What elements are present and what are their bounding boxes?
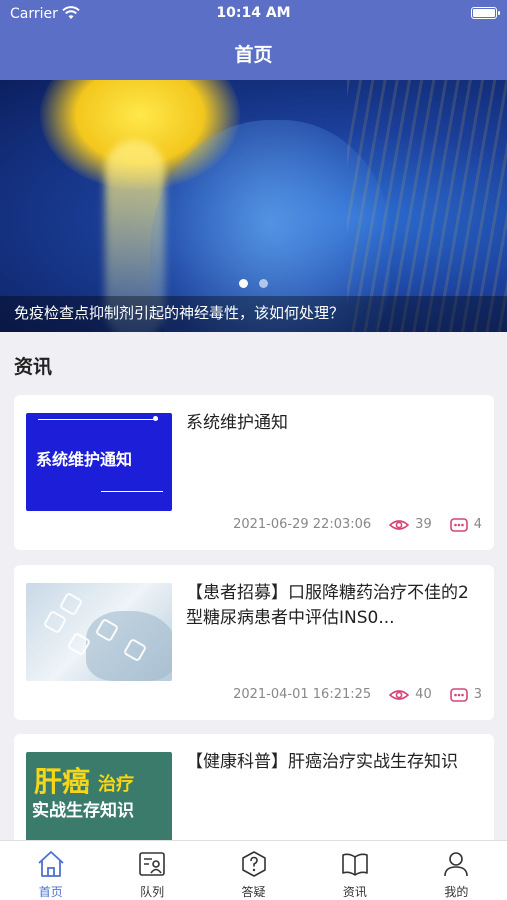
tab-profile[interactable]: 我的 — [406, 841, 507, 900]
banner-image-texture — [347, 80, 507, 332]
thumb-dot — [153, 416, 158, 421]
banner-caption-bar: 免疫检查点抑制剂引起的神经毒性，该如何处理？ — [0, 296, 507, 332]
eye-icon — [389, 519, 410, 530]
book-icon — [342, 853, 368, 876]
question-icon — [241, 851, 266, 877]
tab-qa[interactable]: 答疑 — [203, 841, 304, 900]
news-title: 系统维护通知 — [186, 413, 288, 433]
news-card[interactable]: 系统维护通知 系统维护通知 2021-06-29 22:03:06 39 4 — [14, 395, 494, 550]
news-date: 2021-06-29 22:03:06 — [233, 517, 372, 532]
tab-queue[interactable]: 队列 — [101, 841, 202, 900]
tab-news[interactable]: 资讯 — [304, 841, 405, 900]
hexagon-shape — [58, 591, 84, 617]
comment-count: 3 — [473, 687, 482, 702]
queue-icon — [139, 852, 165, 876]
thumbnail-text: 肝癌 — [34, 765, 91, 798]
news-title: 【健康科普】肝癌治疗实战生存知识 — [186, 752, 458, 772]
thumbnail-text: 治疗 — [98, 774, 134, 795]
banner-caption: 免疫检查点抑制剂引起的神经毒性，该如何处理？ — [14, 304, 345, 322]
thumbnail-text: 系统维护通知 — [36, 450, 133, 469]
page-title: 首页 — [234, 44, 273, 66]
eye-icon — [389, 689, 410, 700]
battery-icon — [471, 7, 500, 19]
thumb-line — [38, 419, 158, 420]
thumb-line — [101, 491, 163, 492]
section-title-news: 资讯 — [14, 356, 53, 378]
thumbnail-text: 实战生存知识 — [32, 801, 134, 821]
tab-label: 队列 — [140, 885, 165, 899]
news-meta: 2021-04-01 16:21:25 40 3 — [233, 687, 482, 702]
status-bar: Carrier 10:14 AM — [0, 0, 507, 28]
tab-bar: 首页 队列 答疑 资讯 我的 — [0, 840, 507, 900]
banner-carousel[interactable]: 免疫检查点抑制剂引起的神经毒性，该如何处理？ — [0, 80, 507, 332]
tab-label: 资讯 — [342, 885, 367, 899]
app-header: Carrier 10:14 AM 首页 — [0, 0, 507, 80]
news-thumbnail: 系统维护通知 — [26, 413, 172, 511]
user-icon — [444, 852, 469, 877]
news-card[interactable]: 【患者招募】口服降糖药治疗不佳的2型糖尿病患者中评估INS0... 2021-0… — [14, 565, 494, 720]
news-thumbnail — [26, 583, 172, 681]
view-count: 40 — [415, 687, 432, 702]
view-count: 39 — [415, 517, 432, 532]
status-time: 10:14 AM — [216, 5, 291, 21]
news-date: 2021-04-01 16:21:25 — [233, 687, 372, 702]
comment-icon — [449, 687, 468, 702]
carousel-dot-active[interactable] — [239, 279, 248, 288]
hexagon-shape — [42, 609, 68, 635]
comment-icon — [449, 517, 468, 532]
news-meta: 2021-06-29 22:03:06 39 4 — [233, 517, 482, 532]
tab-label: 首页 — [38, 885, 63, 899]
comment-count: 4 — [473, 517, 482, 532]
carousel-dot[interactable] — [259, 279, 268, 288]
tab-label: 答疑 — [241, 885, 266, 899]
home-icon — [38, 851, 64, 877]
tab-label: 我的 — [444, 885, 469, 899]
tab-home[interactable]: 首页 — [0, 841, 101, 900]
news-thumbnail: 肝癌 治疗 实战生存知识 — [26, 752, 172, 850]
news-title: 【患者招募】口服降糖药治疗不佳的2型糖尿病患者中评估INS0... — [186, 583, 469, 628]
